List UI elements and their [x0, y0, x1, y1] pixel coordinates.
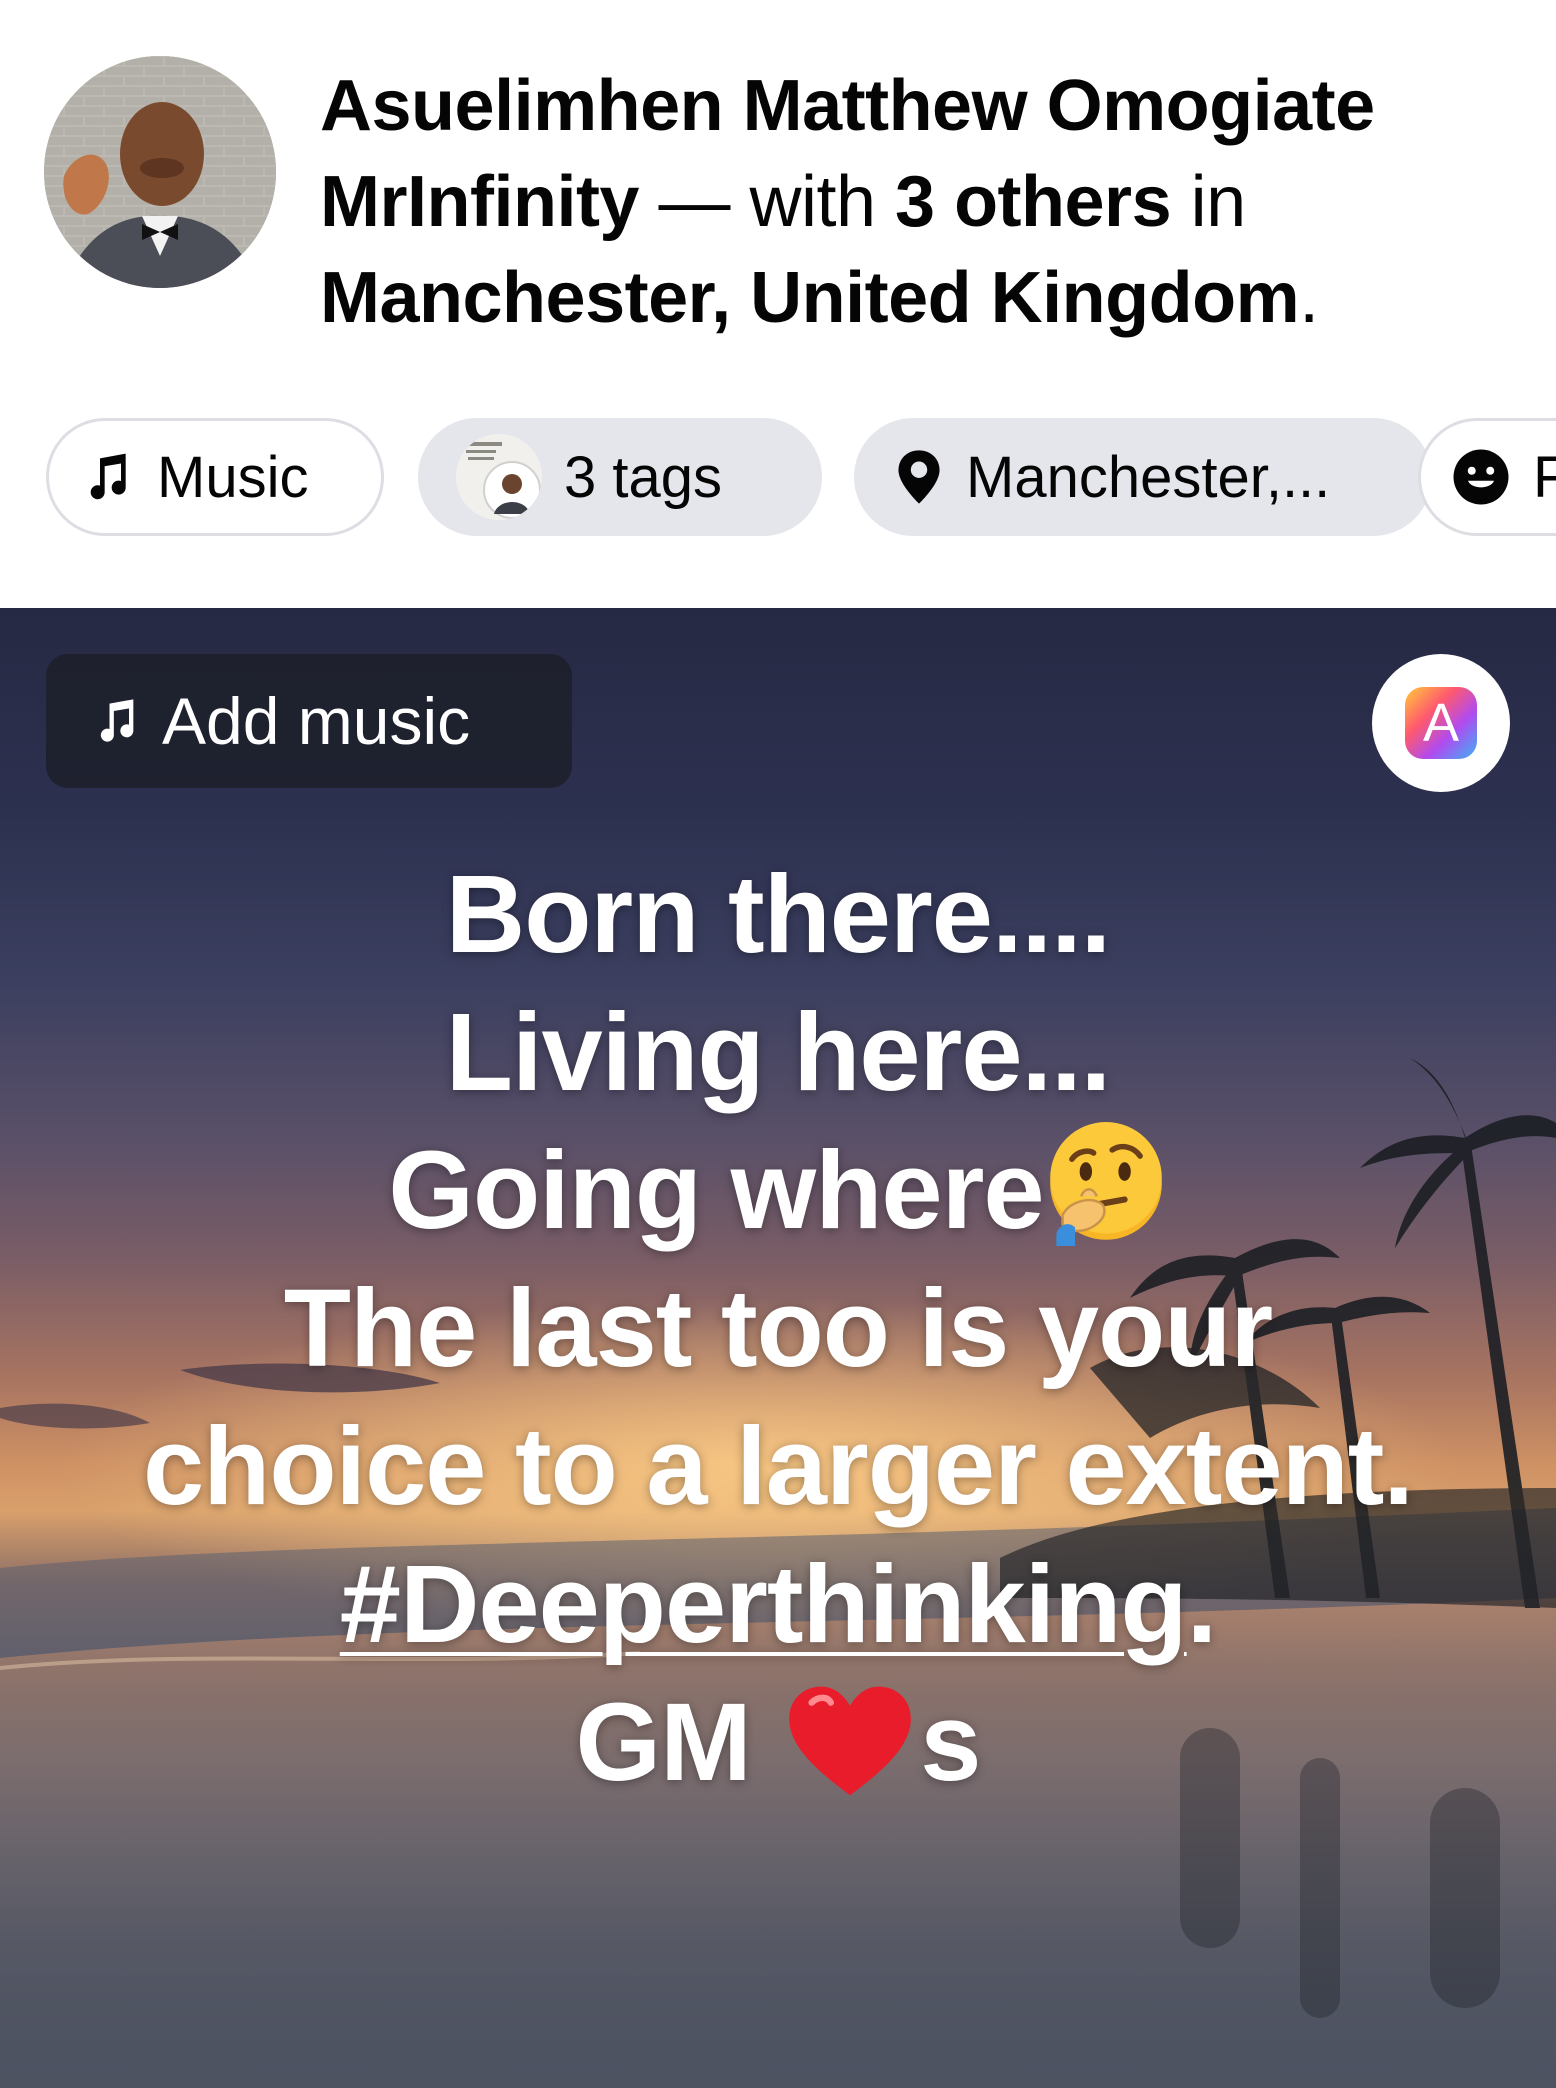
compose-post-screen: Asuelimhen Matthew Omogiate MrInfinity —…: [0, 0, 1556, 2088]
location-chip-label: Manchester,...: [966, 444, 1331, 510]
tagged-people-avatar: [456, 434, 542, 520]
post-line-7-prefix: GM: [575, 1681, 781, 1804]
thinking-face-emoji: [1044, 1122, 1168, 1246]
in-text: in: [1171, 162, 1247, 242]
text-style-letter: A: [1422, 693, 1460, 753]
music-chip[interactable]: Music: [46, 418, 384, 536]
add-music-button[interactable]: Add music: [46, 654, 572, 788]
text-style-icon: A: [1405, 687, 1477, 759]
post-line-6-suffix: .: [1186, 1543, 1218, 1666]
tags-chip-label: 3 tags: [564, 444, 722, 510]
smiley-icon: [1451, 447, 1511, 507]
post-line-5: choice to a larger extent.: [143, 1405, 1414, 1528]
post-line-3-text: Going where: [388, 1129, 1044, 1252]
tags-chip[interactable]: 3 tags: [418, 418, 822, 536]
feeling-chip[interactable]: F: [1418, 418, 1556, 536]
red-heart-emoji: [786, 1682, 914, 1800]
post-line-4: The last too is your: [283, 1267, 1273, 1390]
location-pin-icon: [894, 448, 944, 506]
feeling-chip-label: F: [1533, 444, 1556, 510]
post-background-card[interactable]: Add music A Born there.... Living here..…: [0, 608, 1556, 2088]
location-chip[interactable]: Manchester,...: [854, 418, 1432, 536]
music-note-icon: [90, 695, 142, 747]
post-options-chips: Music 3 tags Manchester,... F: [46, 418, 1556, 542]
profile-avatar[interactable]: [44, 56, 276, 288]
post-line-6: #Deeperthinking.: [0, 1536, 1556, 1674]
post-headline: Asuelimhen Matthew Omogiate MrInfinity —…: [320, 58, 1520, 346]
post-line-7-suffix: s: [920, 1681, 981, 1804]
headline-period: .: [1299, 258, 1319, 338]
with-text: — with: [638, 162, 896, 242]
text-style-button[interactable]: A: [1372, 654, 1510, 792]
post-line-3: Going where: [0, 1122, 1556, 1260]
tagged-others-link[interactable]: 3 others: [895, 162, 1172, 242]
hashtag-link[interactable]: #Deeperthinking: [340, 1543, 1188, 1666]
music-note-icon: [79, 449, 135, 505]
post-header: Asuelimhen Matthew Omogiate MrInfinity —…: [0, 0, 1556, 395]
add-music-label: Add music: [162, 684, 471, 758]
post-line-1: Born there....: [445, 853, 1111, 976]
post-line-7: GM s: [0, 1674, 1556, 1812]
post-text[interactable]: Born there.... Living here... Going wher…: [0, 846, 1556, 1812]
profile-photo-icon: [44, 56, 276, 288]
post-line-2: Living here...: [445, 991, 1111, 1114]
location-link[interactable]: Manchester, United Kingdom: [320, 258, 1300, 338]
music-chip-label: Music: [157, 444, 309, 510]
